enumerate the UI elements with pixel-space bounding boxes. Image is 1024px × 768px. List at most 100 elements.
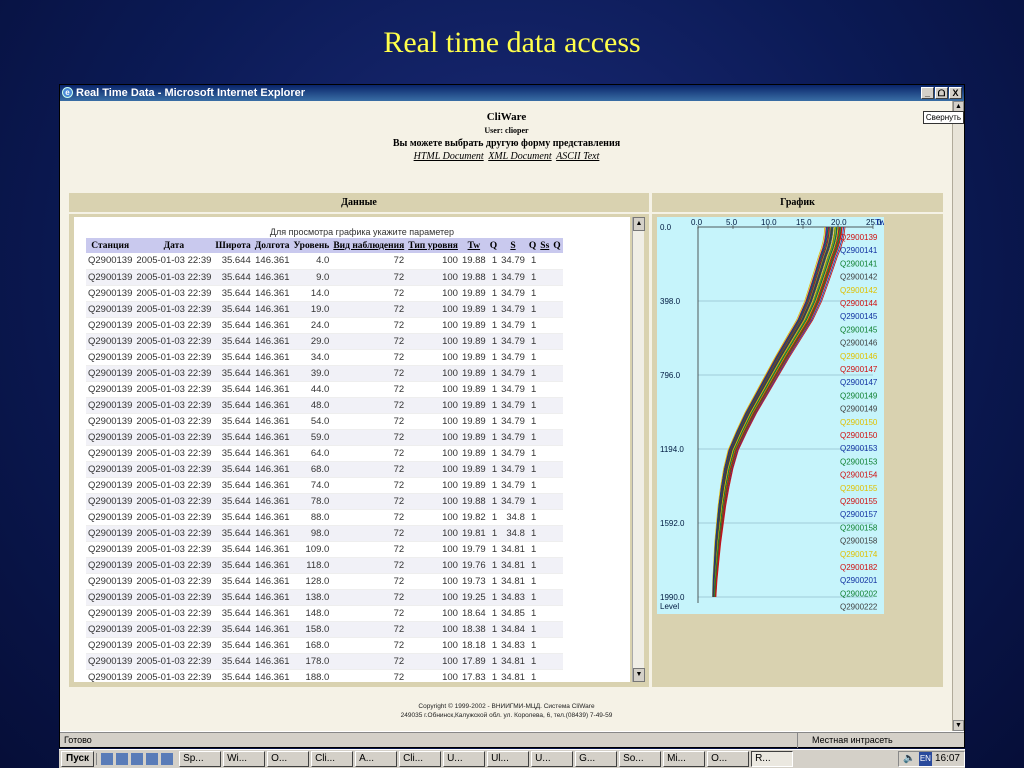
- taskbar-task[interactable]: Cli...: [399, 751, 442, 767]
- table-cell: 1: [526, 429, 539, 446]
- table-cell: 178.0: [291, 653, 332, 670]
- table-cell: 146.361: [252, 253, 292, 270]
- taskbar-task[interactable]: Mi...: [663, 751, 706, 767]
- taskbar-task[interactable]: U...: [531, 751, 574, 767]
- table-cell-empty: [551, 477, 563, 494]
- table-cell: 19.89: [459, 381, 488, 398]
- taskbar-task[interactable]: Sp...: [179, 751, 222, 767]
- page-scrollbar[interactable]: ▲ ▼: [952, 101, 964, 731]
- col-q2: Q: [526, 238, 539, 253]
- table-cell: 35.644: [213, 573, 253, 590]
- table-cell: Q2900139: [86, 669, 135, 682]
- scroll-down-arrow[interactable]: ▼: [633, 668, 645, 682]
- table-cell: 2005-01-03 22:39: [134, 621, 214, 638]
- table-cell-empty: [538, 493, 552, 510]
- taskbar-task[interactable]: Cli...: [311, 751, 354, 767]
- table-cell: 34.79: [499, 461, 527, 478]
- table-cell: 100: [406, 637, 460, 654]
- taskbar-task[interactable]: O...: [267, 751, 310, 767]
- table-cell: Q2900139: [86, 333, 135, 350]
- table-cell: 68.0: [291, 461, 332, 478]
- table-cell: 72: [331, 605, 407, 622]
- word-icon[interactable]: [146, 753, 159, 765]
- taskbar-task[interactable]: Wi...: [223, 751, 266, 767]
- restore-button[interactable]: ᗝ: [935, 87, 948, 99]
- table-row: Q2900139 2005-01-03 22:39 35.644 146.361 74.…: [86, 477, 563, 494]
- desktop-icon[interactable]: [101, 753, 114, 765]
- taskbar-task[interactable]: So...: [619, 751, 662, 767]
- html-document-link[interactable]: HTML Document: [414, 151, 484, 162]
- minimize-button[interactable]: _: [921, 87, 934, 99]
- taskbar-task[interactable]: U...: [443, 751, 486, 767]
- table-cell: 34.79: [499, 429, 527, 446]
- save-icon[interactable]: [116, 753, 129, 765]
- table-cell: 1: [487, 317, 500, 334]
- table-cell: 72: [331, 621, 407, 638]
- table-cell: 146.361: [252, 301, 292, 318]
- table-cell: 72: [331, 445, 407, 462]
- page-scroll-down[interactable]: ▼: [953, 720, 964, 731]
- table-cell: 19.89: [459, 333, 488, 350]
- taskbar-task[interactable]: R...: [751, 751, 794, 767]
- window-titlebar[interactable]: e Real Time Data - Microsoft Internet Ex…: [60, 85, 964, 101]
- col-s[interactable]: S: [499, 238, 527, 253]
- table-cell-empty: [538, 621, 552, 638]
- table-cell-empty: [538, 509, 552, 526]
- table-cell: 2005-01-03 22:39: [134, 269, 214, 286]
- table-cell: 100: [406, 381, 460, 398]
- table-row: Q2900139 2005-01-03 22:39 35.644 146.361 68.…: [86, 461, 563, 478]
- table-cell: 34.79: [499, 413, 527, 430]
- collapse-button[interactable]: Свернуть: [922, 111, 964, 124]
- taskbar-task[interactable]: G...: [575, 751, 618, 767]
- table-cell: 88.0: [291, 509, 332, 526]
- table-cell-empty: [551, 317, 563, 334]
- ie-quicklaunch-icon[interactable]: [131, 753, 144, 765]
- table-scrollbar[interactable]: ▲ ▼: [632, 217, 645, 682]
- col-tw[interactable]: Tw: [459, 238, 488, 253]
- legend-label: Q2900158: [840, 523, 878, 532]
- graph-panel: 0.0 398.0 796.0 1194.0 1592.0 1990.0 0.0 5.0 10.…: [652, 214, 943, 687]
- table-cell: 100: [406, 541, 460, 558]
- table-cell: 72: [331, 461, 407, 478]
- table-cell: Q2900139: [86, 605, 135, 622]
- table-cell: 1: [526, 557, 539, 574]
- table-body: Q2900139 2005-01-03 22:39 35.644 146.361 4.0…: [86, 253, 563, 682]
- speaker-icon[interactable]: 🔈: [903, 752, 915, 766]
- table-cell: 1: [487, 653, 500, 670]
- ascii-text-link[interactable]: ASCII Text: [556, 151, 599, 162]
- table-cell-empty: [538, 253, 552, 270]
- table-cell-empty: [551, 589, 563, 606]
- col-ss[interactable]: Ss: [538, 238, 552, 253]
- table-cell: 18.64: [459, 605, 488, 622]
- table-cell-empty: [538, 669, 552, 682]
- language-indicator[interactable]: EN: [918, 752, 932, 766]
- taskbar-task[interactable]: O...: [707, 751, 750, 767]
- table-cell: 35.644: [213, 509, 253, 526]
- table-cell: 2005-01-03 22:39: [134, 461, 214, 478]
- col-obs-type[interactable]: Вид наблюдения: [331, 238, 407, 253]
- data-panel: Для просмотра графика укажите параметер …: [69, 214, 649, 687]
- table-cell: 72: [331, 397, 407, 414]
- close-button[interactable]: X: [949, 87, 962, 99]
- table-row: Q2900139 2005-01-03 22:39 35.644 146.361 98.…: [86, 525, 563, 542]
- legend-label: Q2900158: [840, 537, 878, 546]
- col-level-type[interactable]: Тип уровня: [406, 238, 460, 253]
- app-icon[interactable]: [161, 753, 174, 765]
- status-text: Готово: [64, 735, 92, 745]
- scroll-up-arrow[interactable]: ▲: [633, 217, 645, 231]
- table-cell: 1: [487, 573, 500, 590]
- table-cell: Q2900139: [86, 557, 135, 574]
- table-cell: 1: [526, 493, 539, 510]
- table-cell-empty: [551, 621, 563, 638]
- col-q1: Q: [487, 238, 500, 253]
- legend-label: Q2900147: [840, 365, 878, 374]
- table-cell: Q2900139: [86, 429, 135, 446]
- taskbar-task[interactable]: A...: [355, 751, 398, 767]
- xml-document-link[interactable]: XML Document: [488, 151, 551, 162]
- taskbar-task[interactable]: Ul...: [487, 751, 530, 767]
- table-cell-empty: [538, 605, 552, 622]
- table-cell-empty: [551, 285, 563, 302]
- status-bar: Готово Местная интрасеть: [60, 732, 964, 748]
- start-button[interactable]: Пуск: [61, 751, 95, 767]
- table-row: Q2900139 2005-01-03 22:39 35.644 146.361 19.…: [86, 301, 563, 318]
